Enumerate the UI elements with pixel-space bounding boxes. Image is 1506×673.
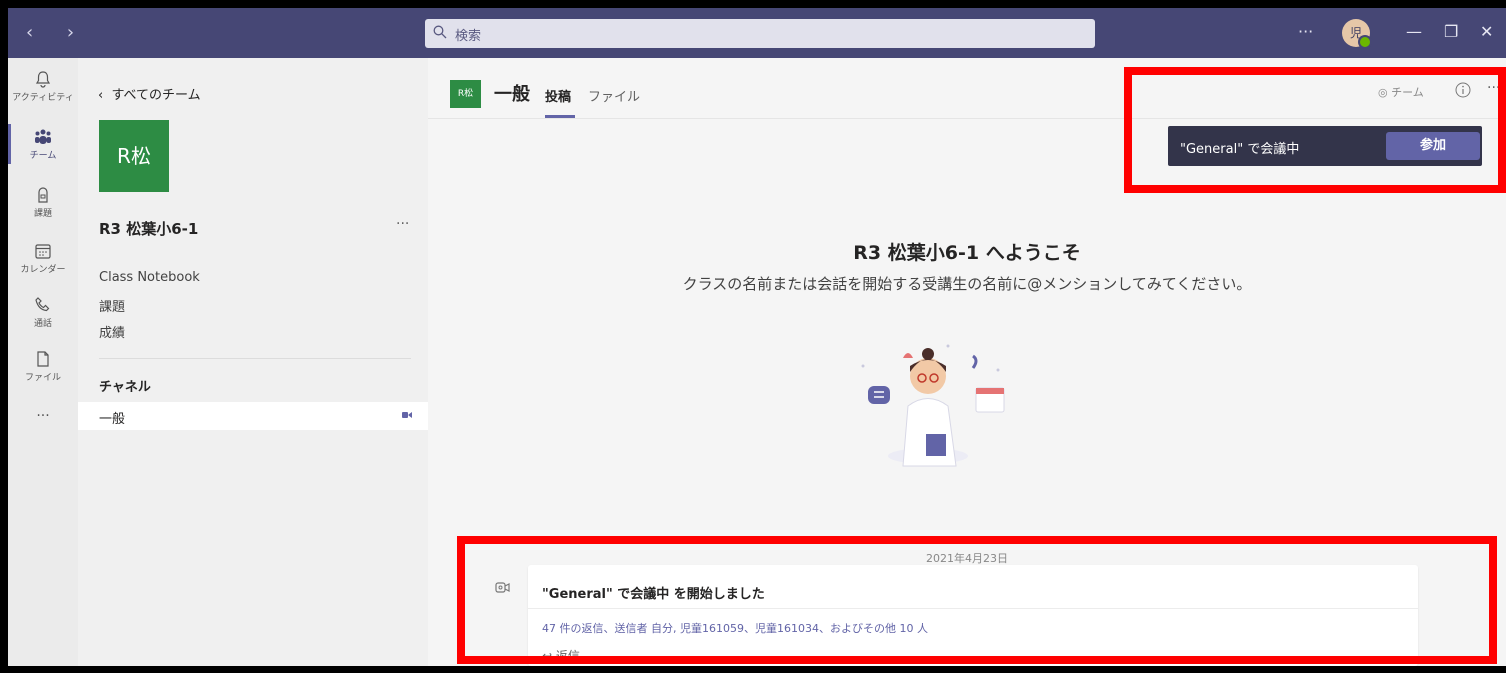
title-bar: ‹ › 検索 ··· 児 — ❐ ✕ — [8, 8, 1506, 58]
rail-label: 通話 — [33, 319, 52, 329]
highlight-box-message — [457, 536, 1497, 664]
active-tab-indicator — [545, 115, 575, 118]
channel-name: 一般 — [99, 412, 126, 427]
rail-label: ファイル — [24, 373, 61, 383]
phone-icon — [35, 297, 50, 312]
channels-heading: チャネル — [99, 380, 151, 395]
teams-icon — [35, 129, 51, 144]
divider — [99, 358, 411, 359]
nav-arrows[interactable]: ‹ › — [26, 22, 88, 43]
restore-button[interactable]: ❐ — [1444, 22, 1458, 41]
search-placeholder: 検索 — [455, 29, 482, 44]
file-icon — [37, 351, 49, 367]
rail-label: 課題 — [33, 209, 52, 219]
rail-item-teams[interactable]: チーム — [8, 124, 78, 164]
team-more-options-icon[interactable]: ··· — [396, 216, 409, 232]
teams-window: ‹ › 検索 ··· 児 — ❐ ✕ アクティビティ チーム 課題 カレンダー … — [8, 8, 1506, 666]
minimize-button[interactable]: — — [1406, 22, 1422, 41]
app-rail: アクティビティ チーム 課題 カレンダー 通話 ファイル ··· — [8, 58, 78, 666]
team-link-class-notebook[interactable]: Class Notebook — [99, 270, 200, 285]
all-teams-link[interactable]: ‹ すべてのチーム — [98, 84, 201, 103]
rail-more-apps[interactable]: ··· — [8, 408, 78, 424]
tab-files[interactable]: ファイル — [588, 86, 640, 105]
welcome-illustration — [861, 344, 1005, 467]
tab-posts[interactable]: 投稿 — [545, 86, 571, 105]
channel-team-avatar: R松 — [450, 80, 481, 108]
rail-label: チーム — [29, 151, 57, 161]
team-link-grades[interactable]: 成績 — [99, 322, 125, 341]
all-teams-label: すべてのチーム — [111, 88, 201, 103]
team-pane: ‹ すべてのチーム R松 R3 松葉小6-1 ··· Class Noteboo… — [78, 58, 429, 666]
channel-title: 一般 — [494, 84, 530, 105]
rail-label: アクティビティ — [12, 93, 74, 103]
presence-available-icon — [1358, 35, 1372, 49]
rail-item-assignments[interactable]: 課題 — [8, 186, 78, 219]
team-avatar: R松 — [99, 120, 169, 192]
highlight-box-banner — [1124, 67, 1506, 193]
chevron-left-icon: ‹ — [98, 88, 112, 103]
close-button[interactable]: ✕ — [1480, 22, 1493, 41]
calendar-icon — [35, 244, 51, 259]
more-options-icon[interactable]: ··· — [1298, 22, 1313, 41]
rail-label: カレンダー — [20, 265, 66, 275]
search-box[interactable]: 検索 — [425, 19, 1095, 48]
welcome-subtitle: クラスの名前または会話を開始する受講生の名前に@メンションしてみてください。 — [682, 275, 1252, 293]
rail-item-activity[interactable]: アクティビティ — [8, 70, 78, 103]
backpack-icon — [38, 187, 48, 203]
user-avatar[interactable]: 児 — [1342, 19, 1372, 49]
meeting-active-icon — [402, 412, 412, 418]
welcome-title: R3 松葉小6-1 へようこそ — [853, 242, 1081, 264]
team-name[interactable]: R3 松葉小6-1 — [99, 218, 198, 239]
channel-item-general[interactable]: 一般 — [78, 402, 428, 430]
rail-item-files[interactable]: ファイル — [8, 350, 78, 383]
bell-icon — [35, 71, 51, 88]
team-link-assignments[interactable]: 課題 — [99, 296, 125, 315]
search-icon — [433, 25, 447, 39]
rail-item-calls[interactable]: 通話 — [8, 296, 78, 329]
rail-item-calendar[interactable]: カレンダー — [8, 242, 78, 275]
